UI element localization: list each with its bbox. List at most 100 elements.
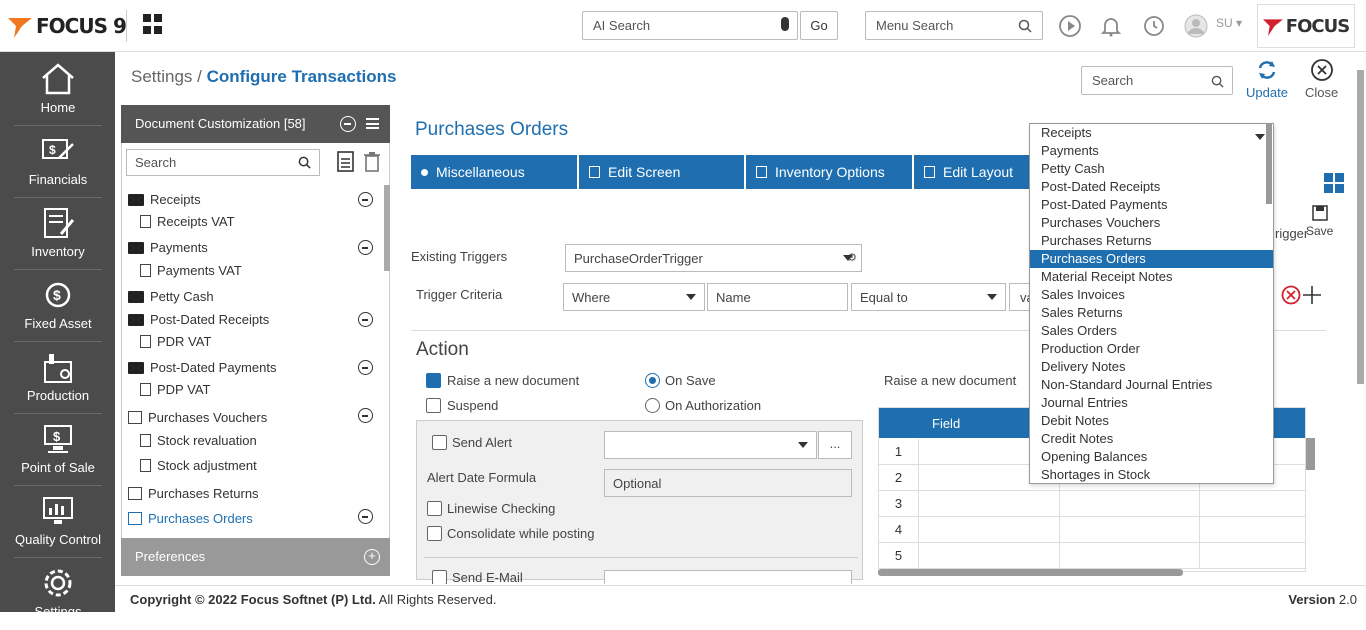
breadcrumb-parent[interactable]: Settings — [131, 67, 192, 86]
sidebar-item-financials[interactable]: $ Financials — [14, 126, 102, 198]
sidebar-item-quality-control[interactable]: Quality Control — [14, 486, 102, 558]
dropdown-option[interactable]: Receipts — [1030, 124, 1273, 142]
dropdown-option[interactable]: Purchases Returns — [1030, 232, 1273, 250]
tab-inventory-options[interactable]: Inventory Options — [746, 155, 912, 189]
collapse-icon[interactable] — [358, 408, 373, 423]
preferences-bar[interactable]: Preferences + — [121, 538, 390, 576]
tree-item[interactable]: Receipts VAT — [140, 214, 235, 229]
new-document-icon[interactable] — [337, 151, 355, 172]
alert-select[interactable] — [604, 431, 817, 459]
tree-item[interactable]: Post-Dated Payments — [128, 360, 276, 375]
sidebar-item-inventory[interactable]: Inventory — [14, 198, 102, 270]
app-logo[interactable]: FOCUS 9 — [8, 10, 127, 42]
collapse-icon[interactable] — [358, 360, 373, 375]
dropdown-option[interactable]: Sales Returns — [1030, 304, 1273, 322]
on-authorization-radio[interactable]: On Authorization — [645, 398, 761, 413]
tree-scrollbar[interactable] — [384, 185, 390, 271]
dropdown-option[interactable]: Sales Orders — [1030, 322, 1273, 340]
sidebar-item-production[interactable]: Production — [14, 342, 102, 414]
tab-miscellaneous[interactable]: Miscellaneous — [411, 155, 577, 189]
collapse-icon[interactable] — [358, 509, 373, 524]
dropdown-option[interactable]: Material Receipt Notes — [1030, 268, 1273, 286]
tree-item[interactable]: Payments VAT — [140, 263, 242, 278]
add-icon[interactable]: + — [364, 549, 380, 565]
bell-icon[interactable] — [1099, 14, 1123, 38]
criteria-where-select[interactable]: Where — [563, 283, 705, 311]
settings-icon[interactable]: ⚙ — [847, 251, 857, 264]
tree-item[interactable]: Purchases Vouchers — [128, 410, 267, 425]
table-horizontal-scrollbar[interactable] — [878, 569, 1183, 576]
document-search-input[interactable]: Search — [126, 149, 320, 176]
table-row[interactable]: 4 — [879, 517, 1305, 543]
tree-item[interactable]: Purchases Returns — [128, 486, 259, 501]
dropdown-option[interactable]: Production Order — [1030, 340, 1273, 358]
go-button[interactable]: Go — [800, 11, 838, 40]
user-avatar-icon[interactable] — [1184, 14, 1208, 38]
dropdown-option[interactable]: Post-Dated Payments — [1030, 196, 1273, 214]
dropdown-option[interactable]: Journal Entries — [1030, 394, 1273, 412]
tree-item[interactable]: Petty Cash — [128, 289, 214, 304]
save-button[interactable]: Save — [1306, 205, 1333, 238]
sidebar-item-settings[interactable]: Settings — [14, 558, 102, 630]
criteria-operator-select[interactable]: Equal to — [851, 283, 1006, 311]
raise-document-checkbox[interactable]: Raise a new document — [426, 373, 579, 388]
tree-item[interactable]: Stock adjustment — [140, 458, 257, 473]
sidebar-item-home[interactable]: Home — [14, 54, 102, 126]
close-button[interactable]: Close — [1305, 58, 1338, 100]
send-email-checkbox[interactable]: Send E-Mail — [432, 570, 523, 584]
dropdown-option[interactable]: Shortages in Stock — [1030, 466, 1273, 483]
suspend-checkbox[interactable]: Suspend — [426, 398, 498, 413]
trigger-button-label[interactable]: rigger — [1275, 226, 1308, 241]
dropdown-option[interactable]: Debit Notes — [1030, 412, 1273, 430]
tree-item[interactable]: Stock revaluation — [140, 433, 257, 448]
tab-edit-layout[interactable]: Edit Layout — [914, 155, 1030, 189]
email-select[interactable] — [604, 570, 852, 584]
collapse-icon[interactable] — [340, 116, 356, 132]
search-icon[interactable] — [1211, 75, 1224, 88]
page-scrollbar[interactable] — [1357, 70, 1364, 384]
layout-grid-icon[interactable] — [1324, 173, 1344, 193]
dropdown-option-selected[interactable]: Purchases Orders — [1030, 250, 1273, 268]
tree-item-active[interactable]: Purchases Orders — [128, 511, 253, 526]
ai-search-input[interactable]: AI Search — [582, 11, 798, 40]
tree-item[interactable]: Receipts — [128, 192, 201, 207]
linewise-checking-checkbox[interactable]: Linewise Checking — [427, 501, 555, 516]
search-icon[interactable] — [1018, 19, 1032, 33]
hamburger-menu-icon[interactable] — [366, 118, 379, 129]
dropdown-option[interactable]: Delivery Notes — [1030, 358, 1273, 376]
play-icon[interactable] — [1058, 14, 1082, 38]
microphone-icon[interactable] — [781, 17, 789, 31]
dropdown-option[interactable]: Purchases Vouchers — [1030, 214, 1273, 232]
criteria-value-input[interactable]: va — [1009, 283, 1031, 311]
dropdown-option[interactable]: Petty Cash — [1030, 160, 1273, 178]
tree-item[interactable]: PDP VAT — [140, 382, 210, 397]
table-vertical-scrollbar[interactable] — [1306, 438, 1315, 470]
dropdown-option[interactable]: Post-Dated Receipts — [1030, 178, 1273, 196]
sidebar-item-fixed-asset[interactable]: $ Fixed Asset — [14, 270, 102, 342]
collapse-icon[interactable] — [358, 312, 373, 327]
dropdown-option[interactable]: Payments — [1030, 142, 1273, 160]
alert-more-button[interactable]: ... — [818, 431, 852, 459]
header-search-input[interactable]: Search — [1081, 66, 1233, 95]
collapse-icon[interactable] — [358, 240, 373, 255]
table-row[interactable]: 5 — [879, 543, 1305, 569]
collapse-icon[interactable] — [358, 192, 373, 207]
menu-search-input[interactable]: Menu Search — [865, 11, 1043, 40]
add-criteria-icon[interactable] — [1301, 285, 1323, 305]
user-menu[interactable]: SU ▾ — [1216, 16, 1242, 30]
search-icon[interactable] — [298, 156, 311, 169]
tree-item[interactable]: PDR VAT — [140, 334, 211, 349]
trash-icon[interactable] — [363, 151, 381, 172]
existing-triggers-select[interactable]: PurchaseOrderTrigger ⚙ — [565, 244, 862, 272]
alert-date-formula-input[interactable]: Optional — [604, 469, 852, 497]
remove-criteria-icon[interactable] — [1281, 285, 1301, 305]
document-type-dropdown[interactable]: Receipts Payments Petty Cash Post-Dated … — [1029, 123, 1274, 484]
tree-item[interactable]: Payments — [128, 240, 208, 255]
update-button[interactable]: Update — [1246, 58, 1288, 100]
criteria-field-input[interactable]: Name — [707, 283, 848, 311]
dropdown-option[interactable]: Sales Invoices — [1030, 286, 1273, 304]
apps-grid-icon[interactable] — [143, 14, 163, 34]
dropdown-scrollbar[interactable] — [1266, 124, 1272, 204]
dropdown-option[interactable]: Opening Balances — [1030, 448, 1273, 466]
sidebar-item-point-of-sale[interactable]: $ Point of Sale — [14, 414, 102, 486]
